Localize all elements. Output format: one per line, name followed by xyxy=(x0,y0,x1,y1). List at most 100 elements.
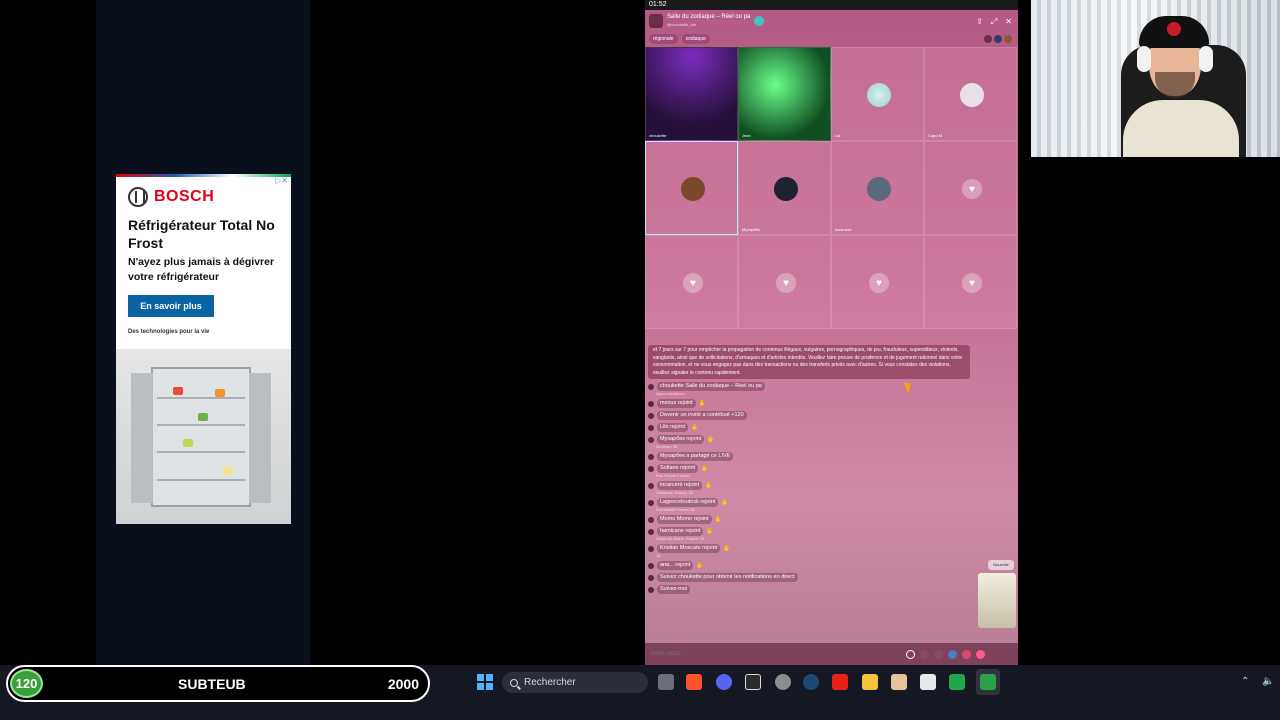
guest-cell[interactable]: Мухарбек xyxy=(738,141,831,235)
discord-icon[interactable] xyxy=(716,674,732,690)
chat-avatar[interactable] xyxy=(648,574,654,581)
wave-icon[interactable]: ✋ xyxy=(701,465,708,472)
chat-user-meta: Alpes-Maritimes xyxy=(656,391,685,396)
heart-icon: ♥ xyxy=(962,179,982,199)
chat-avatar[interactable] xyxy=(648,424,654,431)
present-icon[interactable] xyxy=(976,649,985,659)
obs-icon[interactable] xyxy=(745,674,761,690)
brave-icon[interactable] xyxy=(686,674,702,690)
ad-close-icon[interactable]: ▷✕ xyxy=(275,176,288,185)
chat-text: Мухарбек rejoint xyxy=(657,435,705,444)
guest-cell[interactable]: Jean xyxy=(738,47,831,141)
chat-avatar[interactable] xyxy=(648,499,654,506)
wave-icon[interactable]: ✋ xyxy=(715,516,722,523)
chat-message: Kristian Moscate rejoint ✋ xyxy=(648,544,1013,553)
youtube-icon[interactable] xyxy=(832,674,848,690)
steam-icon[interactable] xyxy=(803,674,819,690)
wave-icon[interactable]: ✋ xyxy=(699,400,706,407)
chat-message: ana... rejoint ✋ xyxy=(648,561,1013,570)
ad-subtitle: N'ayez plus jamais à dégivrer votre réfr… xyxy=(128,256,275,283)
chat-avatar[interactable] xyxy=(648,482,654,489)
expand-icon[interactable]: ⤢ xyxy=(991,17,997,27)
chat-avatar[interactable] xyxy=(648,516,654,523)
stream-app-icon[interactable] xyxy=(980,674,996,690)
chat-message: hamicane rejoint ✋ xyxy=(648,527,1013,536)
chat-text: hamicane rejoint xyxy=(657,527,704,536)
wave-icon[interactable]: ✋ xyxy=(723,545,730,552)
gift-icon[interactable] xyxy=(948,649,957,659)
tag-regional[interactable]: régionale xyxy=(649,34,678,44)
viewer-avatars[interactable] xyxy=(984,35,1012,43)
task-view-icon[interactable] xyxy=(658,674,674,690)
windows-start-icon[interactable] xyxy=(477,674,493,690)
guest-cell[interactable]: incarcéré xyxy=(831,141,924,235)
chat-text: ana... rejoint xyxy=(657,561,694,570)
chat-text: Lilo rejoint xyxy=(657,423,689,432)
task-badge[interactable]: Nouvelle tâche xyxy=(988,560,1014,577)
share-icon[interactable]: ⇪ xyxy=(976,17,983,27)
heart-icon: ♥ xyxy=(962,273,982,293)
chrome-icon[interactable] xyxy=(775,674,791,690)
chat-avatar[interactable] xyxy=(648,383,654,390)
system-message: et 7 jours sur 7 pour empêcher la propag… xyxy=(648,345,970,379)
room-title: Salle du zodiaque – Réel ou pa xyxy=(667,14,751,20)
wave-icon[interactable]: ✋ xyxy=(707,436,714,443)
chat-avatar[interactable] xyxy=(648,528,654,535)
heart-icon: ♥ xyxy=(776,273,796,293)
notes-icon[interactable] xyxy=(920,674,936,690)
guest-cell[interactable]: Lia xyxy=(831,47,924,141)
menu-icon[interactable] xyxy=(934,649,943,659)
empty-seat[interactable]: ♥ xyxy=(831,235,924,329)
chat-avatar[interactable] xyxy=(648,400,654,407)
wave-icon[interactable]: ✋ xyxy=(706,528,713,535)
heart-icon: ♥ xyxy=(683,273,703,293)
chat-avatar[interactable] xyxy=(648,412,654,419)
chat-avatar[interactable] xyxy=(648,465,654,472)
chat-text: Lagencetoutrisk rejoint xyxy=(657,498,719,507)
chat-avatar[interactable] xyxy=(648,453,654,460)
chat-text: choukette Salle du zodiaque – Réel ou pa xyxy=(657,382,765,391)
follow-room-icon[interactable] xyxy=(754,16,765,26)
chat-user-meta: Occitanie, France 39 xyxy=(656,490,693,495)
guest-cell[interactable]: Capo M xyxy=(924,47,1017,141)
chat-avatar[interactable] xyxy=(648,545,654,552)
chat-input-bar xyxy=(645,643,1018,665)
empty-seat[interactable]: ♥ xyxy=(924,141,1017,235)
guest-cell[interactable]: choukette xyxy=(645,47,738,141)
rose-icon[interactable] xyxy=(962,649,971,659)
chat-avatar[interactable] xyxy=(648,586,654,593)
gift-card[interactable] xyxy=(978,573,1016,628)
chevron-up-icon[interactable]: ⌃ xyxy=(1241,676,1249,687)
bosch-ad[interactable]: ▷✕ BOSCH Réfrigérateur Total No Frost N'… xyxy=(116,174,291,524)
empty-seat[interactable]: ♥ xyxy=(645,235,738,329)
volume-icon[interactable]: 🔈 xyxy=(1262,676,1274,687)
folder-icon[interactable] xyxy=(862,674,878,690)
tag-zodiac[interactable]: zodiaque xyxy=(681,34,710,44)
room-avatar[interactable] xyxy=(649,14,663,28)
chat-input[interactable] xyxy=(651,651,901,657)
chat-avatar[interactable] xyxy=(648,562,654,569)
chat-message: Мухарбек rejoint ✋ xyxy=(648,435,1013,444)
chat-text: mexus rejoint xyxy=(657,399,696,408)
chat-user-meta: Miniflash 36 xyxy=(656,444,678,449)
ad-cta-button[interactable]: En savoir plus xyxy=(128,295,214,317)
taskbar-search[interactable]: Rechercher xyxy=(502,672,648,693)
guest-name: choukette xyxy=(649,133,667,138)
guest-avatar xyxy=(867,83,891,107)
wave-icon[interactable]: ✋ xyxy=(721,499,728,506)
empty-seat[interactable]: ♥ xyxy=(738,235,831,329)
room-header: Salle du zodiaque – Réel ou pa @choukett… xyxy=(649,14,765,28)
close-icon[interactable]: ✕ xyxy=(1005,17,1012,27)
media-icon[interactable] xyxy=(891,674,907,690)
wave-icon[interactable]: ✋ xyxy=(696,562,703,569)
guest-cell[interactable] xyxy=(645,141,738,235)
chat-text: Sofiane rejoint xyxy=(657,464,699,473)
chat-icon[interactable] xyxy=(949,674,965,690)
emoji-icon[interactable] xyxy=(906,649,915,659)
wave-icon[interactable]: ✋ xyxy=(705,482,712,489)
chat-avatar[interactable] xyxy=(648,436,654,443)
webcam-feed xyxy=(1031,0,1280,157)
wave-icon[interactable]: ✋ xyxy=(691,424,698,431)
mic-icon[interactable] xyxy=(920,649,929,659)
empty-seat[interactable]: ♥ xyxy=(924,235,1017,329)
